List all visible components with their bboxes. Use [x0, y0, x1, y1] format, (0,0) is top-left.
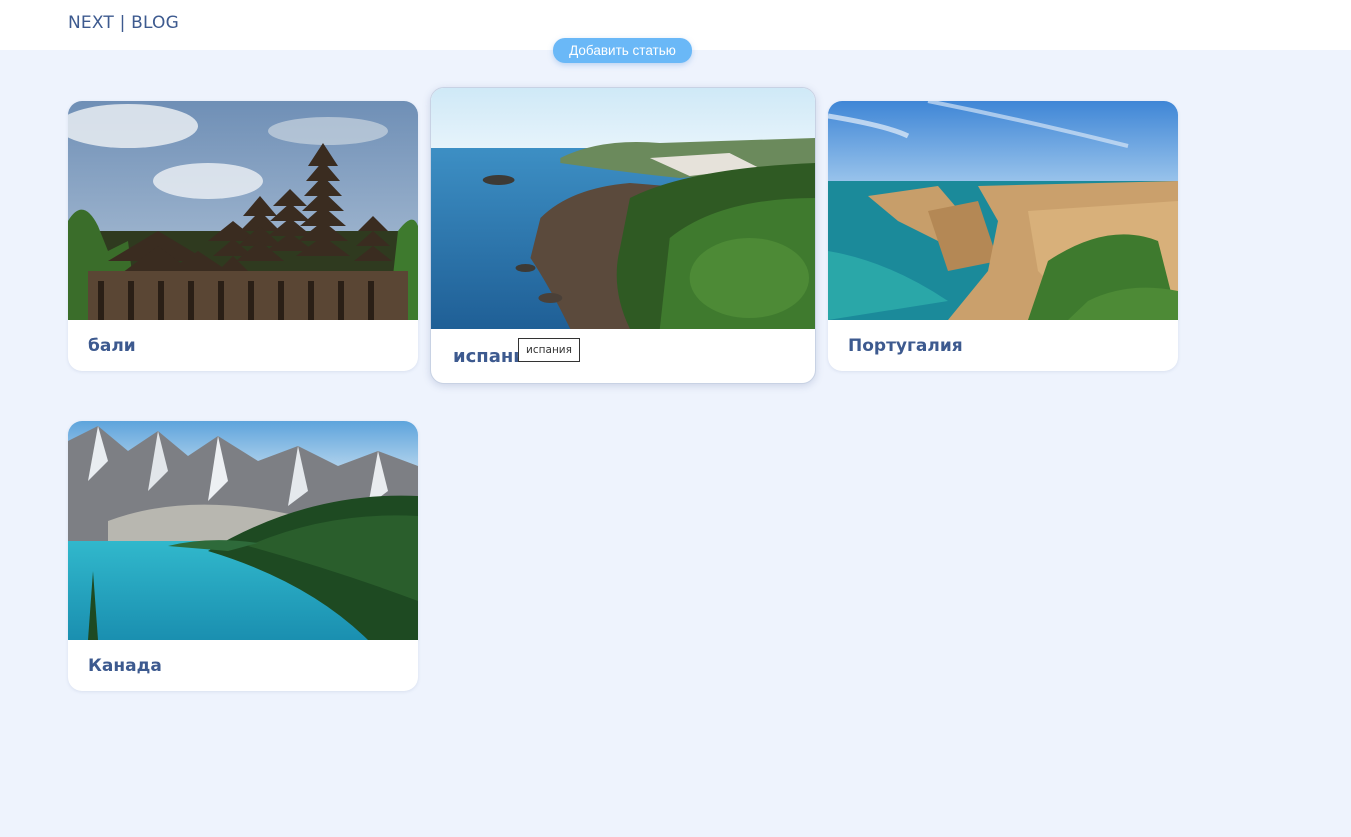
post-title[interactable]: Португалия — [848, 336, 963, 356]
site-logo[interactable]: NEXT | BLOG — [68, 13, 179, 33]
post-card-bali[interactable]: бали — [68, 101, 418, 371]
post-title[interactable]: бали — [88, 336, 136, 356]
post-image — [68, 101, 418, 320]
post-card-spain[interactable]: испания — [430, 87, 816, 384]
post-title[interactable]: Канада — [88, 656, 162, 676]
post-card-canada[interactable]: Канада — [68, 421, 418, 691]
title-tooltip: испания — [518, 338, 580, 362]
post-image — [828, 101, 1178, 320]
post-image — [68, 421, 418, 640]
post-image — [431, 88, 815, 329]
add-article-button[interactable]: Добавить статью — [553, 38, 692, 63]
post-card-portugal[interactable]: Португалия — [828, 101, 1178, 371]
